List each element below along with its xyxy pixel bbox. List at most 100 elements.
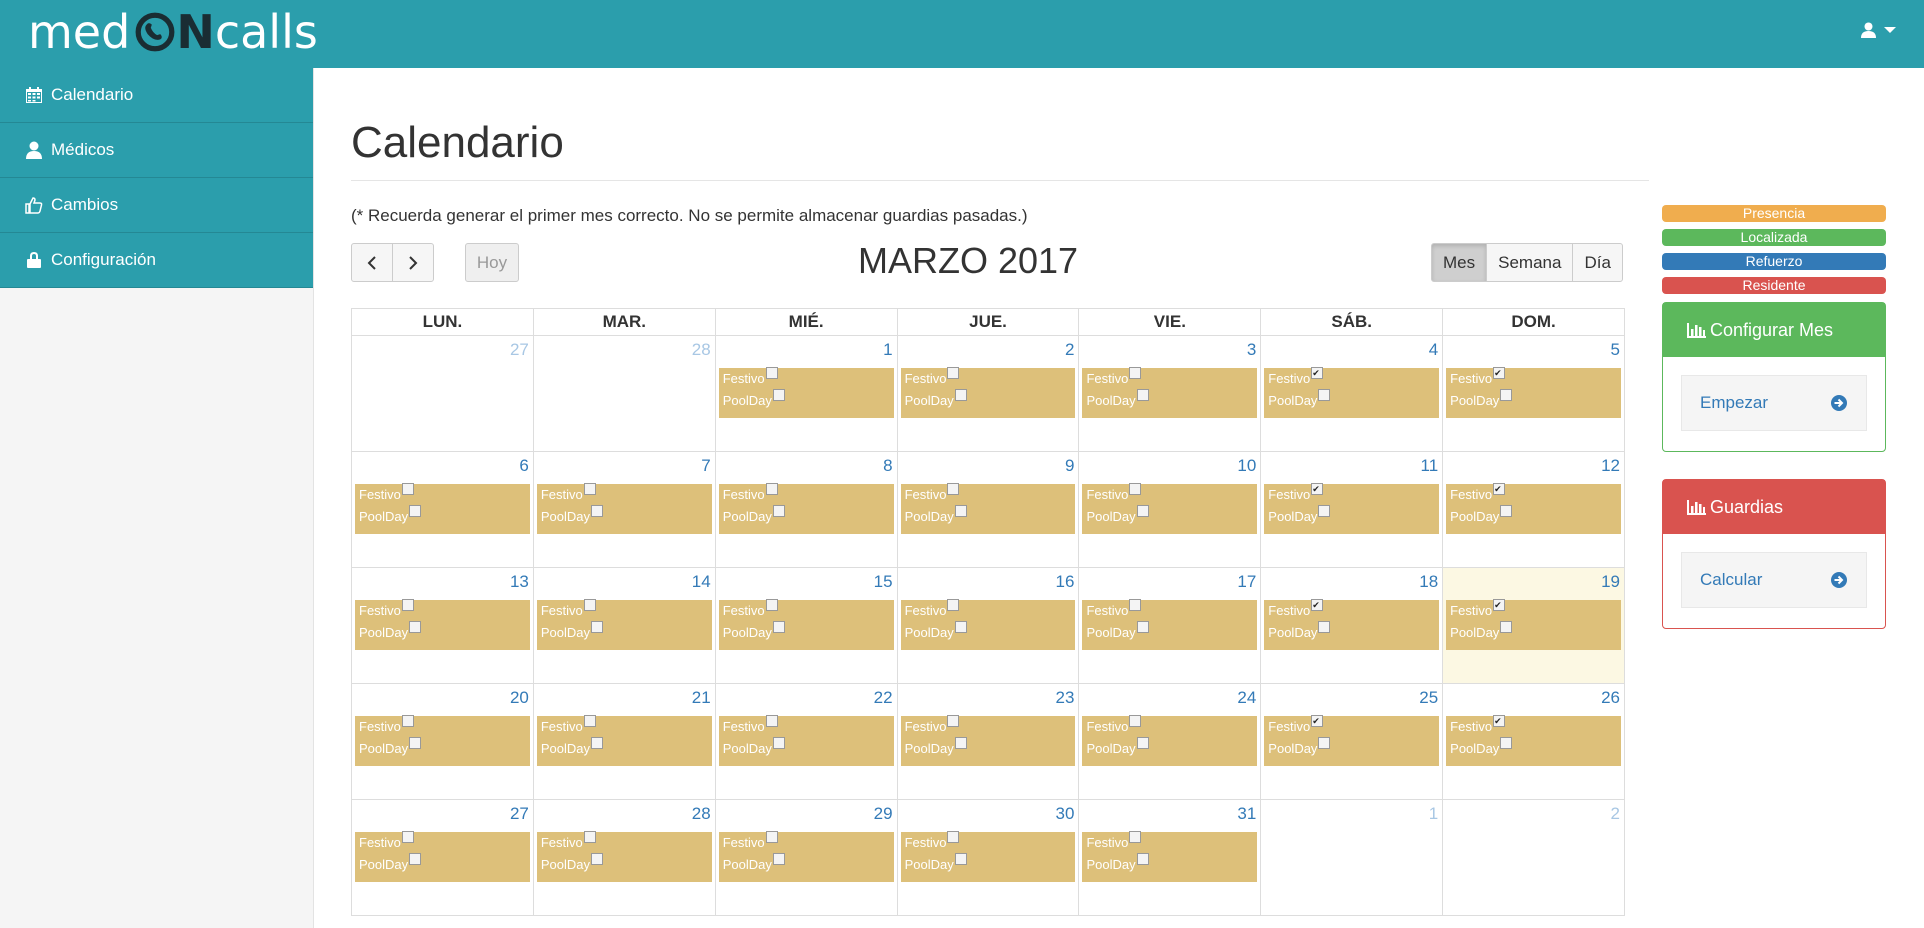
day-number[interactable]: 30 xyxy=(1056,804,1075,824)
day-number[interactable]: 6 xyxy=(519,456,528,476)
day-number[interactable]: 17 xyxy=(1237,572,1256,592)
day-number[interactable]: 16 xyxy=(1056,572,1075,592)
poolday-checkbox[interactable] xyxy=(1136,737,1149,749)
poolday-checkbox[interactable] xyxy=(1500,389,1513,401)
calendar-event[interactable]: Festivo PoolDay xyxy=(1446,367,1622,418)
calendar-day-cell[interactable]: 1 xyxy=(1260,800,1442,915)
poolday-checkbox[interactable] xyxy=(954,505,967,517)
sidebar-item-cambios[interactable]: Cambios xyxy=(0,178,313,233)
poolday-checkbox[interactable] xyxy=(954,389,967,401)
poolday-checkbox[interactable] xyxy=(1500,737,1513,749)
calendar-day-cell[interactable]: 2 Festivo PoolDay xyxy=(896,336,1079,451)
poolday-checkbox[interactable] xyxy=(591,621,603,633)
day-number[interactable]: 13 xyxy=(510,572,529,592)
day-number[interactable]: 2 xyxy=(1065,340,1074,360)
calendar-day-cell[interactable]: 14 Festivo PoolDay xyxy=(532,568,715,683)
festivo-checkbox[interactable] xyxy=(401,831,414,843)
festivo-checkbox[interactable] xyxy=(401,599,414,611)
calcular-button[interactable]: Calcular xyxy=(1681,552,1867,608)
festivo-checkbox[interactable] xyxy=(401,715,414,727)
poolday-checkbox[interactable] xyxy=(954,853,967,865)
festivo-checkbox[interactable] xyxy=(765,483,778,495)
calendar-day-cell[interactable]: 26 Festivo PoolDay xyxy=(1442,684,1624,799)
calendar-event[interactable]: Festivo PoolDay xyxy=(718,483,894,534)
calendar-day-cell[interactable]: 12 Festivo PoolDay xyxy=(1442,452,1624,567)
poolday-checkbox[interactable] xyxy=(591,505,603,517)
calendar-day-cell[interactable]: 24 Festivo PoolDay xyxy=(1078,684,1260,799)
poolday-checkbox[interactable] xyxy=(772,505,785,517)
sidebar-item-calendario[interactable]: Calendario xyxy=(0,68,313,123)
view-week-button[interactable]: Semana xyxy=(1486,243,1574,282)
next-month-button[interactable] xyxy=(392,243,434,282)
poolday-checkbox[interactable] xyxy=(772,389,785,401)
app-logo[interactable]: med N calls xyxy=(28,4,318,60)
calendar-day-cell[interactable]: 16 Festivo PoolDay xyxy=(896,568,1079,683)
calendar-day-cell[interactable]: 4 Festivo PoolDay xyxy=(1260,336,1442,451)
festivo-checkbox[interactable] xyxy=(765,599,778,611)
calendar-day-cell[interactable]: 31 Festivo PoolDay xyxy=(1078,800,1260,915)
day-number[interactable]: 31 xyxy=(1237,804,1256,824)
calendar-day-cell[interactable]: 22 Festivo PoolDay xyxy=(714,684,897,799)
calendar-day-cell[interactable]: 8 Festivo PoolDay xyxy=(714,452,897,567)
calendar-event[interactable]: Festivo PoolDay xyxy=(1264,715,1440,766)
calendar-day-cell[interactable]: 3 Festivo PoolDay xyxy=(1078,336,1260,451)
day-number[interactable]: 2 xyxy=(1611,804,1620,824)
poolday-checkbox[interactable] xyxy=(1500,621,1513,633)
day-number[interactable]: 23 xyxy=(1056,688,1075,708)
poolday-checkbox[interactable] xyxy=(1318,621,1331,633)
day-number[interactable]: 29 xyxy=(874,804,893,824)
day-number[interactable]: 12 xyxy=(1601,456,1620,476)
calendar-event[interactable]: Festivo PoolDay xyxy=(1264,483,1440,534)
day-number[interactable]: 22 xyxy=(874,688,893,708)
festivo-checkbox[interactable] xyxy=(583,715,596,727)
festivo-checkbox[interactable] xyxy=(947,715,960,727)
festivo-checkbox[interactable] xyxy=(1129,831,1142,843)
festivo-checkbox[interactable] xyxy=(765,367,778,379)
day-number[interactable]: 20 xyxy=(510,688,529,708)
day-number[interactable]: 1 xyxy=(1429,804,1438,824)
calendar-day-cell[interactable]: 5 Festivo PoolDay xyxy=(1442,336,1624,451)
calendar-event[interactable]: Festivo PoolDay xyxy=(900,715,1076,766)
day-number[interactable]: 21 xyxy=(692,688,711,708)
festivo-checkbox[interactable] xyxy=(1311,483,1324,495)
day-number[interactable]: 27 xyxy=(510,804,529,824)
calendar-day-cell[interactable]: 27 Festivo PoolDay xyxy=(352,800,533,915)
calendar-event[interactable]: Festivo PoolDay xyxy=(1264,367,1440,418)
calendar-day-cell[interactable]: 18 Festivo PoolDay xyxy=(1260,568,1442,683)
poolday-checkbox[interactable] xyxy=(409,621,422,633)
calendar-event[interactable]: Festivo PoolDay xyxy=(355,483,530,534)
poolday-checkbox[interactable] xyxy=(1136,505,1149,517)
festivo-checkbox[interactable] xyxy=(583,831,596,843)
calendar-event[interactable]: Festivo PoolDay xyxy=(718,367,894,418)
prev-month-button[interactable] xyxy=(351,243,393,282)
calendar-day-cell[interactable]: 2 xyxy=(1442,800,1624,915)
day-number[interactable]: 14 xyxy=(692,572,711,592)
day-number[interactable]: 28 xyxy=(692,340,711,360)
festivo-checkbox[interactable] xyxy=(1129,483,1142,495)
day-number[interactable]: 7 xyxy=(701,456,710,476)
calendar-event[interactable]: Festivo PoolDay xyxy=(1446,599,1622,650)
day-number[interactable]: 24 xyxy=(1237,688,1256,708)
day-number[interactable]: 18 xyxy=(1419,572,1438,592)
festivo-checkbox[interactable] xyxy=(765,715,778,727)
day-number[interactable]: 15 xyxy=(874,572,893,592)
calendar-event[interactable]: Festivo PoolDay xyxy=(718,599,894,650)
view-day-button[interactable]: Día xyxy=(1572,243,1623,282)
poolday-checkbox[interactable] xyxy=(409,737,422,749)
festivo-checkbox[interactable] xyxy=(947,367,960,379)
calendar-day-cell[interactable]: 11 Festivo PoolDay xyxy=(1260,452,1442,567)
calendar-day-cell[interactable]: 9 Festivo PoolDay xyxy=(896,452,1079,567)
day-number[interactable]: 9 xyxy=(1065,456,1074,476)
poolday-checkbox[interactable] xyxy=(409,853,422,865)
calendar-event[interactable]: Festivo PoolDay xyxy=(1082,715,1258,766)
day-number[interactable]: 25 xyxy=(1419,688,1438,708)
festivo-checkbox[interactable] xyxy=(583,599,596,611)
calendar-event[interactable]: Festivo PoolDay xyxy=(355,715,530,766)
poolday-checkbox[interactable] xyxy=(1500,505,1513,517)
calendar-event[interactable]: Festivo PoolDay xyxy=(1446,715,1622,766)
calendar-day-cell[interactable]: 17 Festivo PoolDay xyxy=(1078,568,1260,683)
calendar-day-cell[interactable]: 6 Festivo PoolDay xyxy=(352,452,533,567)
festivo-checkbox[interactable] xyxy=(1493,483,1506,495)
calendar-day-cell[interactable]: 21 Festivo PoolDay xyxy=(532,684,715,799)
calendar-day-cell[interactable]: 27 xyxy=(352,336,533,451)
